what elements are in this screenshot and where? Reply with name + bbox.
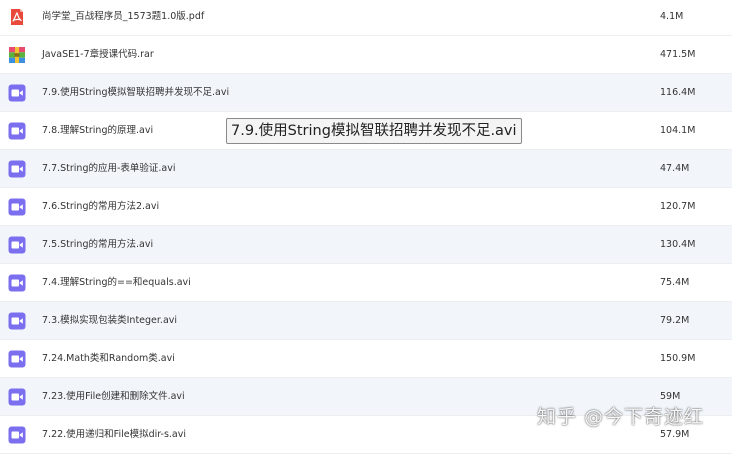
- file-row[interactable]: 7.5.String的常用方法.avi 130.4M: [0, 226, 732, 264]
- file-row[interactable]: 7.9.使用String模拟智联招聘并发现不足.avi 116.4M: [0, 74, 732, 112]
- file-name[interactable]: 7.9.使用String模拟智联招聘并发现不足.avi: [42, 74, 229, 112]
- video-icon: [8, 198, 26, 216]
- video-icon: [8, 426, 26, 444]
- file-row[interactable]: 尚学堂_百战程序员_1573题1.0版.pdf 4.1M: [0, 0, 732, 36]
- watermark: 知乎 @今下奇迹红: [537, 406, 705, 428]
- video-icon: [8, 160, 26, 178]
- file-name[interactable]: 7.23.使用File创建和删除文件.avi: [42, 378, 185, 416]
- file-size: 120.7M: [660, 201, 696, 212]
- file-row[interactable]: 7.6.String的常用方法2.avi 120.7M: [0, 188, 732, 226]
- file-size: 47.4M: [660, 163, 690, 174]
- file-name[interactable]: JavaSE1-7章授课代码.rar: [42, 36, 154, 74]
- file-list: 尚学堂_百战程序员_1573题1.0版.pdf 4.1M JavaSE1-7章授课代…: [0, 0, 732, 454]
- video-icon: [8, 350, 26, 368]
- file-name[interactable]: 7.3.模拟实现包装类Integer.avi: [42, 302, 177, 340]
- file-row[interactable]: 7.3.模拟实现包装类Integer.avi 79.2M: [0, 302, 732, 340]
- file-name[interactable]: 7.22.使用递归和File模拟dir-s.avi: [42, 416, 186, 454]
- file-size: 150.9M: [660, 353, 696, 364]
- file-size: 75.4M: [660, 277, 690, 288]
- video-icon: [8, 84, 26, 102]
- file-size: 471.5M: [660, 49, 696, 60]
- video-icon: [8, 274, 26, 292]
- file-size: 116.4M: [660, 87, 696, 98]
- file-name[interactable]: 尚学堂_百战程序员_1573题1.0版.pdf: [42, 0, 204, 36]
- file-row[interactable]: JavaSE1-7章授课代码.rar 471.5M: [0, 36, 732, 74]
- video-icon: [8, 236, 26, 254]
- file-name[interactable]: 7.7.String的应用-表单验证.avi: [42, 150, 176, 188]
- file-name[interactable]: 7.4.理解String的==和equals.avi: [42, 264, 191, 302]
- file-row[interactable]: 7.7.String的应用-表单验证.avi 47.4M: [0, 150, 732, 188]
- file-name[interactable]: 7.5.String的常用方法.avi: [42, 226, 153, 264]
- file-name[interactable]: 7.8.理解String的原理.avi: [42, 112, 153, 150]
- file-name[interactable]: 7.6.String的常用方法2.avi: [42, 188, 159, 226]
- video-icon: [8, 122, 26, 140]
- file-row[interactable]: 7.24.Math类和Random类.avi 150.9M: [0, 340, 732, 378]
- file-name[interactable]: 7.24.Math类和Random类.avi: [42, 340, 175, 378]
- file-size: 4.1M: [660, 11, 684, 22]
- file-size: 130.4M: [660, 239, 696, 250]
- file-size: 104.1M: [660, 125, 696, 136]
- video-icon: [8, 388, 26, 406]
- file-size: 79.2M: [660, 315, 690, 326]
- video-icon: [8, 312, 26, 330]
- archive-icon: [9, 47, 25, 63]
- pdf-icon: [11, 9, 23, 25]
- filename-tooltip: 7.9.使用String模拟智联招聘并发现不足.avi: [226, 118, 522, 144]
- file-row[interactable]: 7.4.理解String的==和equals.avi 75.4M: [0, 264, 732, 302]
